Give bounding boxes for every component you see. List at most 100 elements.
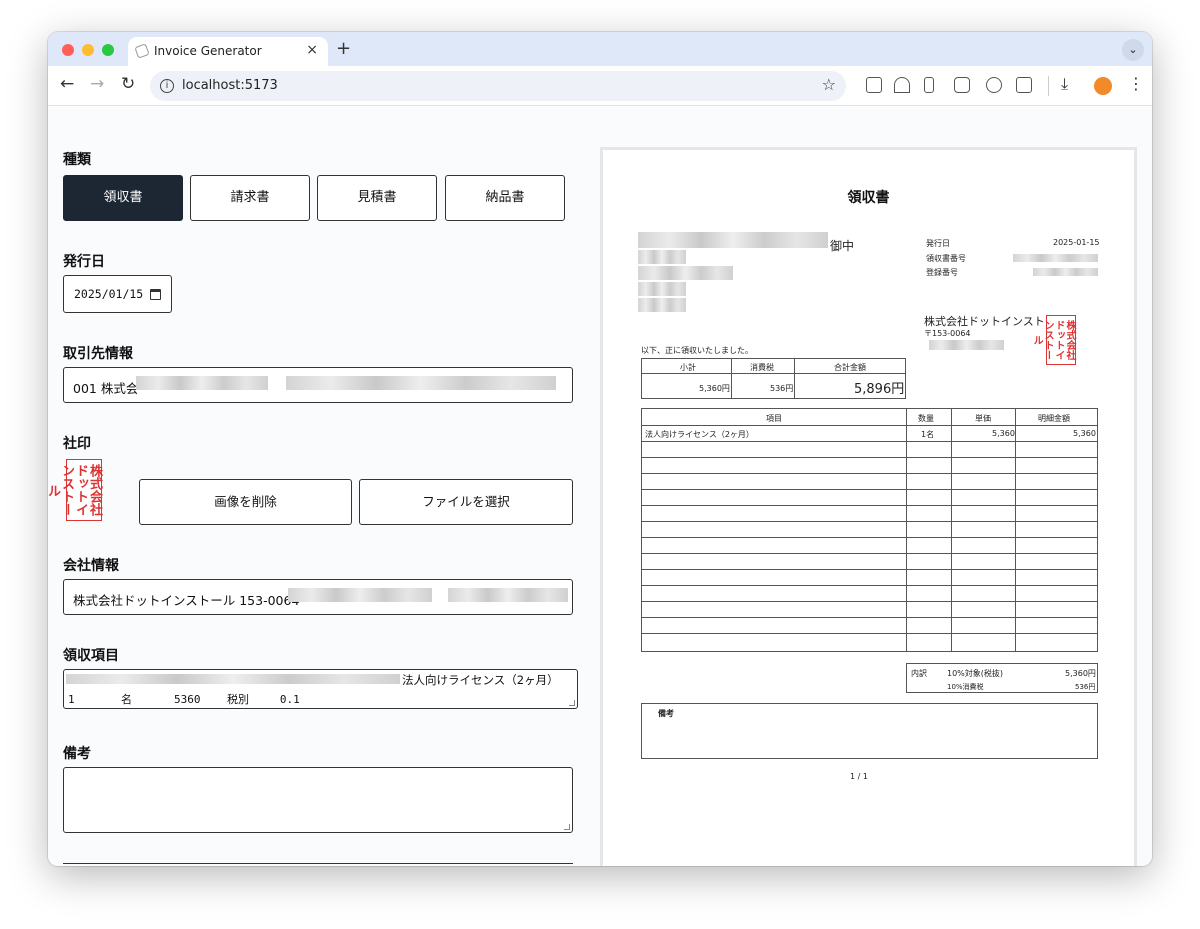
- extension-icon[interactable]: [894, 77, 910, 93]
- table-line: [731, 359, 732, 398]
- type-invoice-button[interactable]: 請求書: [190, 175, 310, 221]
- menu-icon[interactable]: ⋮: [1128, 74, 1144, 93]
- extension-icon[interactable]: [986, 77, 1002, 93]
- tab-close-icon[interactable]: ×: [306, 42, 318, 58]
- redacted-recipient: [638, 282, 686, 296]
- toolbar-divider: [1048, 76, 1049, 96]
- page-indicator: 1 / 1: [850, 772, 868, 781]
- issue-date-input[interactable]: 2025/01/15: [63, 275, 172, 313]
- redacted-text: [286, 376, 556, 390]
- items-header-name: 項目: [766, 414, 782, 423]
- issuer-postal: 〒153-0064: [924, 329, 971, 338]
- breakdown-target-value: 5,360円: [1065, 669, 1096, 678]
- redacted-recipient: [638, 298, 686, 312]
- summary-table: 小計 消費税 合計金額 5,360円 536円 5,896円: [641, 358, 906, 399]
- forward-button[interactable]: →: [90, 74, 104, 94]
- page-favicon-icon: [134, 43, 150, 59]
- tab-search-button[interactable]: ⌄: [1122, 39, 1144, 61]
- type-label: 種類: [63, 152, 91, 168]
- download-icon[interactable]: ⤓: [1061, 74, 1068, 94]
- table-line: [642, 553, 1097, 554]
- items-table: 項目 数量 単価 明細金額 法人向けライセンス（2ヶ月） 1名 5,360 5,…: [641, 408, 1098, 652]
- calendar-icon[interactable]: [150, 289, 161, 300]
- client-input[interactable]: 001 株式会: [63, 367, 573, 403]
- type-receipt-button[interactable]: 領収書: [63, 175, 183, 221]
- total-value: 5,896円: [854, 382, 905, 397]
- item-name: 法人向けライセンス（2ヶ月）: [645, 430, 754, 439]
- profile-avatar[interactable]: [1094, 77, 1112, 95]
- items-line-2: 1 名 5360 税別 0.1: [68, 693, 300, 706]
- table-line: [642, 537, 1097, 538]
- tab-bar: Invoice Generator × + ⌄: [48, 32, 1152, 66]
- issue-date-value: 2025-01-15: [1053, 238, 1100, 247]
- table-line: [642, 633, 1097, 634]
- tax-value: 536円: [770, 384, 794, 393]
- minimize-window-button[interactable]: [82, 44, 94, 56]
- redacted-recipient: [638, 250, 686, 264]
- items-label: 領収項目: [63, 648, 119, 664]
- breakdown-tax-label: 10%消費税: [947, 683, 984, 691]
- notes-box: 備考: [641, 703, 1098, 759]
- item-amount: 5,360: [1073, 429, 1096, 438]
- close-window-button[interactable]: [62, 44, 74, 56]
- browser-window: Invoice Generator × + ⌄ ← → ↻ i localhos…: [48, 32, 1152, 866]
- subtotal-value: 5,360円: [699, 384, 730, 393]
- issue-date-label: 発行日: [926, 239, 950, 248]
- item-qty: 1名: [921, 430, 935, 439]
- company-label: 会社情報: [63, 558, 119, 574]
- table-line: [951, 409, 952, 651]
- puzzle-icon[interactable]: [1016, 77, 1032, 93]
- extension-icon[interactable]: [866, 77, 882, 93]
- resize-handle[interactable]: [564, 824, 570, 830]
- redacted-recipient: [638, 266, 733, 280]
- breakdown-target-label: 10%対象(税抜): [947, 669, 1004, 678]
- table-line: [642, 373, 905, 374]
- company-seal-image: 株式会社ドットインストール: [48, 459, 102, 521]
- url-text: localhost:5173: [182, 78, 278, 93]
- table-line: [642, 521, 1097, 522]
- notes-label: 備考: [63, 746, 91, 762]
- receipt-number-label: 領収書番号: [926, 254, 966, 263]
- extension-icon[interactable]: [924, 77, 934, 93]
- issue-date-label: 発行日: [63, 254, 105, 270]
- items-textarea[interactable]: 法人向けライセンス（2ヶ月） 1 名 5360 税別 0.1: [63, 669, 578, 709]
- site-info-icon[interactable]: i: [160, 79, 174, 93]
- type-quote-button[interactable]: 見積書: [317, 175, 437, 221]
- table-line: [642, 473, 1097, 474]
- redacted-text: [448, 588, 568, 602]
- reload-button[interactable]: ↻: [121, 74, 135, 94]
- redacted-receipt-number: [1013, 254, 1098, 262]
- browser-toolbar: ← → ↻ i localhost:5173 ☆ ⤓ ⋮: [48, 66, 1152, 106]
- tab-invoice-generator[interactable]: Invoice Generator ×: [128, 37, 328, 66]
- table-line: [642, 585, 1097, 586]
- maximize-window-button[interactable]: [102, 44, 114, 56]
- back-button[interactable]: ←: [60, 74, 74, 94]
- delete-image-button[interactable]: 画像を削除: [139, 479, 352, 525]
- new-tab-button[interactable]: +: [336, 38, 351, 59]
- resize-handle[interactable]: [569, 700, 575, 706]
- bookmark-star-icon[interactable]: ☆: [822, 75, 836, 94]
- items-header-amount: 明細金額: [1038, 414, 1070, 423]
- breakdown-tax-value: 536円: [1075, 683, 1096, 691]
- breakdown-label: 内訳: [911, 669, 927, 678]
- table-line: [1015, 409, 1016, 651]
- tax-label: 消費税: [750, 363, 774, 372]
- choose-file-button[interactable]: ファイルを選択: [359, 479, 573, 525]
- address-bar[interactable]: i localhost:5173 ☆: [150, 71, 846, 101]
- type-delivery-button[interactable]: 納品書: [445, 175, 565, 221]
- total-label: 合計金額: [834, 363, 866, 372]
- table-line: [642, 601, 1097, 602]
- company-value: 株式会社ドットインストール 153-0064: [73, 593, 300, 608]
- table-line: [794, 359, 795, 398]
- redacted-recipient: [638, 232, 828, 248]
- table-line: [642, 489, 1097, 490]
- page-content: 種類 領収書 請求書 見積書 納品書 発行日 2025/01/15 取引先情報 …: [48, 107, 1152, 866]
- notes-textarea[interactable]: [63, 767, 573, 833]
- item-unit-price: 5,360: [992, 429, 1015, 438]
- redacted-text: [288, 588, 432, 602]
- camera-icon[interactable]: [954, 77, 970, 93]
- subtotal-label: 小計: [680, 363, 696, 372]
- receipt-title: 領収書: [847, 190, 890, 206]
- company-input[interactable]: 株式会社ドットインストール 153-0064: [63, 579, 573, 615]
- issue-date-value: 2025/01/15: [74, 287, 144, 301]
